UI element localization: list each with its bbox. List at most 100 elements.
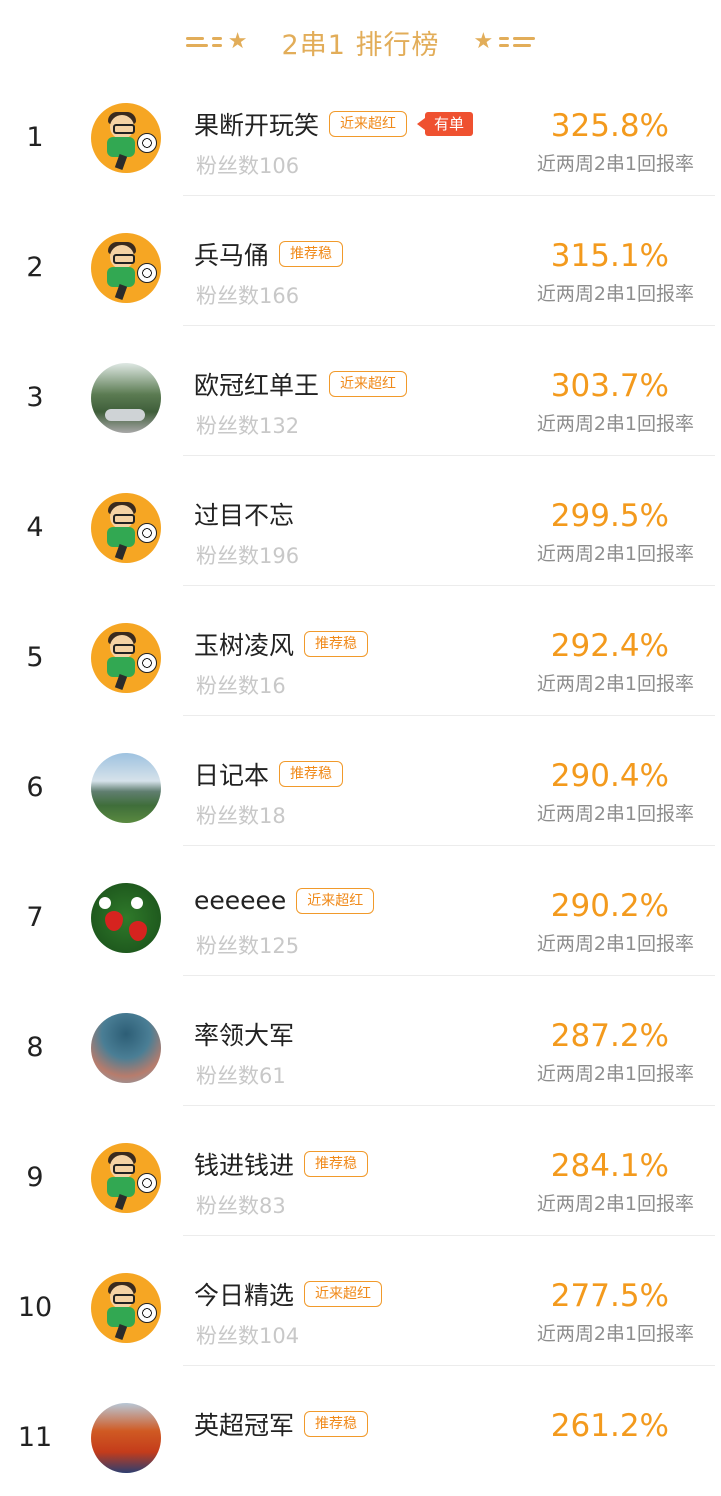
fans-count: 粉丝数104 <box>196 1324 300 1348</box>
expert-name[interactable]: 率领大军 <box>194 1016 294 1052</box>
leaderboard-row[interactable]: 4 过目不忘粉丝数196 299.5% 近两周2串1回报率 <box>0 456 721 586</box>
fans-count: 粉丝数18 <box>196 804 286 828</box>
rank-number: 6 <box>26 772 44 803</box>
expert-name[interactable]: 玉树凌风 <box>194 626 294 662</box>
return-rate: 290.2% <box>550 888 669 924</box>
leaderboard-row[interactable]: 11 英超冠军 推荐稳 261.2% <box>0 1366 721 1496</box>
rank-number: 2 <box>26 252 44 283</box>
expert-tag-badge: 近来超红 <box>329 111 408 137</box>
return-rate-label: 近两周2串1回报率 <box>536 933 694 955</box>
avatar[interactable] <box>91 1013 161 1083</box>
fans-count: 粉丝数106 <box>196 154 300 178</box>
rank-number: 1 <box>26 122 44 153</box>
rank-number: 8 <box>26 1032 44 1063</box>
expert-tag-badge: 推荐稳 <box>304 631 369 657</box>
return-rate-label: 近两周2串1回报率 <box>536 153 694 175</box>
expert-name[interactable]: 欧冠红单王 <box>194 366 319 402</box>
name-line: 今日精选 近来超红 <box>194 1276 383 1312</box>
fans-count: 粉丝数16 <box>196 674 286 698</box>
leaderboard-list: 1 果断开玩笑 近来超红 有单 粉丝数106 325.8% 近两周2串1回报率 2 兵马俑 推荐稳… <box>0 66 721 1496</box>
return-rate: 292.4% <box>550 628 669 664</box>
leaderboard-row[interactable]: 9 钱进钱进 推荐稳 粉丝数83 284.1% 近两周2串1回报率 <box>0 1106 721 1236</box>
avatar[interactable] <box>91 233 161 303</box>
expert-tag-badge: 近来超红 <box>296 887 375 914</box>
return-rate-label: 近两周2串1回报率 <box>536 673 694 695</box>
expert-name[interactable]: 兵马俑 <box>194 236 269 272</box>
expert-name[interactable]: eeeeee <box>194 886 286 915</box>
return-rate-label: 近两周2串1回报率 <box>536 1063 694 1085</box>
leaderboard-row[interactable]: 2 兵马俑 推荐稳粉丝数166 315.1% 近两周2串1回报率 <box>0 196 721 326</box>
expert-tag-badge: 推荐稳 <box>304 1411 369 1437</box>
name-line: 钱进钱进 推荐稳 <box>194 1146 369 1182</box>
rank-number: 11 <box>17 1422 53 1453</box>
return-rate-label: 近两周2串1回报率 <box>536 283 694 305</box>
return-rate: 287.2% <box>550 1018 669 1054</box>
name-line: 欧冠红单王 近来超红 <box>194 366 408 402</box>
rank-number: 10 <box>17 1292 53 1323</box>
leaderboard-row[interactable]: 6 日记本 推荐稳粉丝数18 290.4% 近两周2串1回报率 <box>0 716 721 846</box>
return-rate: 290.4% <box>550 758 669 794</box>
name-line: 过目不忘 <box>194 496 294 532</box>
fans-count: 粉丝数196 <box>196 544 300 568</box>
fans-count: 粉丝数61 <box>196 1064 286 1088</box>
leaderboard-row[interactable]: 10 今日精选 近来超红 粉丝数104 277.5% 近两周2串1回报率 <box>0 1236 721 1366</box>
name-line: 兵马俑 推荐稳 <box>194 236 344 272</box>
leaderboard-row[interactable]: 1 果断开玩笑 近来超红 有单粉丝数106 325.8% 近两周2串1回报率 <box>0 66 721 196</box>
fans-count: 粉丝数166 <box>196 284 300 308</box>
return-rate: 277.5% <box>550 1278 669 1314</box>
avatar[interactable] <box>91 623 161 693</box>
avatar[interactable] <box>91 103 161 173</box>
fans-count: 粉丝数83 <box>196 1194 286 1218</box>
return-rate-label: 近两周2串1回报率 <box>536 1193 694 1215</box>
name-line: 果断开玩笑 近来超红 有单 <box>194 106 474 142</box>
name-line: 率领大军 <box>194 1016 294 1052</box>
leaderboard-row[interactable]: 3 欧冠红单王 近来超红粉丝数132 303.7% 近两周2串1回报率 <box>0 326 721 456</box>
avatar[interactable] <box>91 493 161 563</box>
avatar[interactable] <box>91 363 161 433</box>
return-rate: 303.7% <box>550 368 669 404</box>
avatar[interactable] <box>91 883 161 953</box>
expert-tag-badge: 推荐稳 <box>279 241 344 267</box>
return-rate-label: 近两周2串1回报率 <box>536 803 694 825</box>
expert-name[interactable]: 过目不忘 <box>194 496 294 532</box>
return-rate: 325.8% <box>550 108 669 144</box>
expert-tag-badge: 推荐稳 <box>304 1151 369 1177</box>
rank-number: 3 <box>26 382 44 413</box>
has-pick-badge: 有单 <box>417 112 474 136</box>
fans-count: 粉丝数125 <box>196 934 300 958</box>
left-decoration-icon: ★ <box>185 31 248 53</box>
rank-number: 7 <box>26 902 44 933</box>
page-title: 2串1 排行榜 <box>281 29 440 61</box>
return-rate: 315.1% <box>550 238 669 274</box>
expert-tag-badge: 近来超红 <box>329 371 408 397</box>
return-rate-label: 近两周2串1回报率 <box>536 1323 694 1345</box>
name-line: 日记本 推荐稳 <box>194 756 344 792</box>
leaderboard-row[interactable]: 7 eeeeee 近来超红粉丝数125 290.2% 近两周2串1回报率 <box>0 846 721 976</box>
expert-tag-badge: 推荐稳 <box>279 761 344 787</box>
expert-name[interactable]: 英超冠军 <box>194 1406 294 1442</box>
name-line: 玉树凌风 推荐稳 <box>194 626 369 662</box>
return-rate-label: 近两周2串1回报率 <box>536 543 694 565</box>
fans-count: 粉丝数132 <box>196 414 300 438</box>
return-rate: 299.5% <box>550 498 669 534</box>
rank-number: 4 <box>26 512 44 543</box>
return-rate: 261.2% <box>550 1408 669 1444</box>
avatar[interactable] <box>91 1143 161 1213</box>
expert-name[interactable]: 钱进钱进 <box>194 1146 294 1182</box>
avatar[interactable] <box>91 1403 161 1473</box>
expert-name[interactable]: 果断开玩笑 <box>194 106 319 142</box>
return-rate: 284.1% <box>550 1148 669 1184</box>
expert-name[interactable]: 日记本 <box>194 756 269 792</box>
expert-tag-badge: 近来超红 <box>304 1281 383 1307</box>
rank-number: 5 <box>26 642 44 673</box>
name-line: eeeeee 近来超红 <box>194 886 375 915</box>
leaderboard-row[interactable]: 5 玉树凌风 推荐稳 粉丝数16 292.4% 近两周2串1回报率 <box>0 586 721 716</box>
expert-name[interactable]: 今日精选 <box>194 1276 294 1312</box>
right-decoration-icon: ★ <box>473 31 536 53</box>
avatar[interactable] <box>91 1273 161 1343</box>
rank-number: 9 <box>26 1162 44 1193</box>
leaderboard-row[interactable]: 8 率领大军粉丝数61 287.2% 近两周2串1回报率 <box>0 976 721 1106</box>
return-rate-label: 近两周2串1回报率 <box>536 413 694 435</box>
avatar[interactable] <box>91 753 161 823</box>
name-line: 英超冠军 推荐稳 <box>194 1406 369 1442</box>
